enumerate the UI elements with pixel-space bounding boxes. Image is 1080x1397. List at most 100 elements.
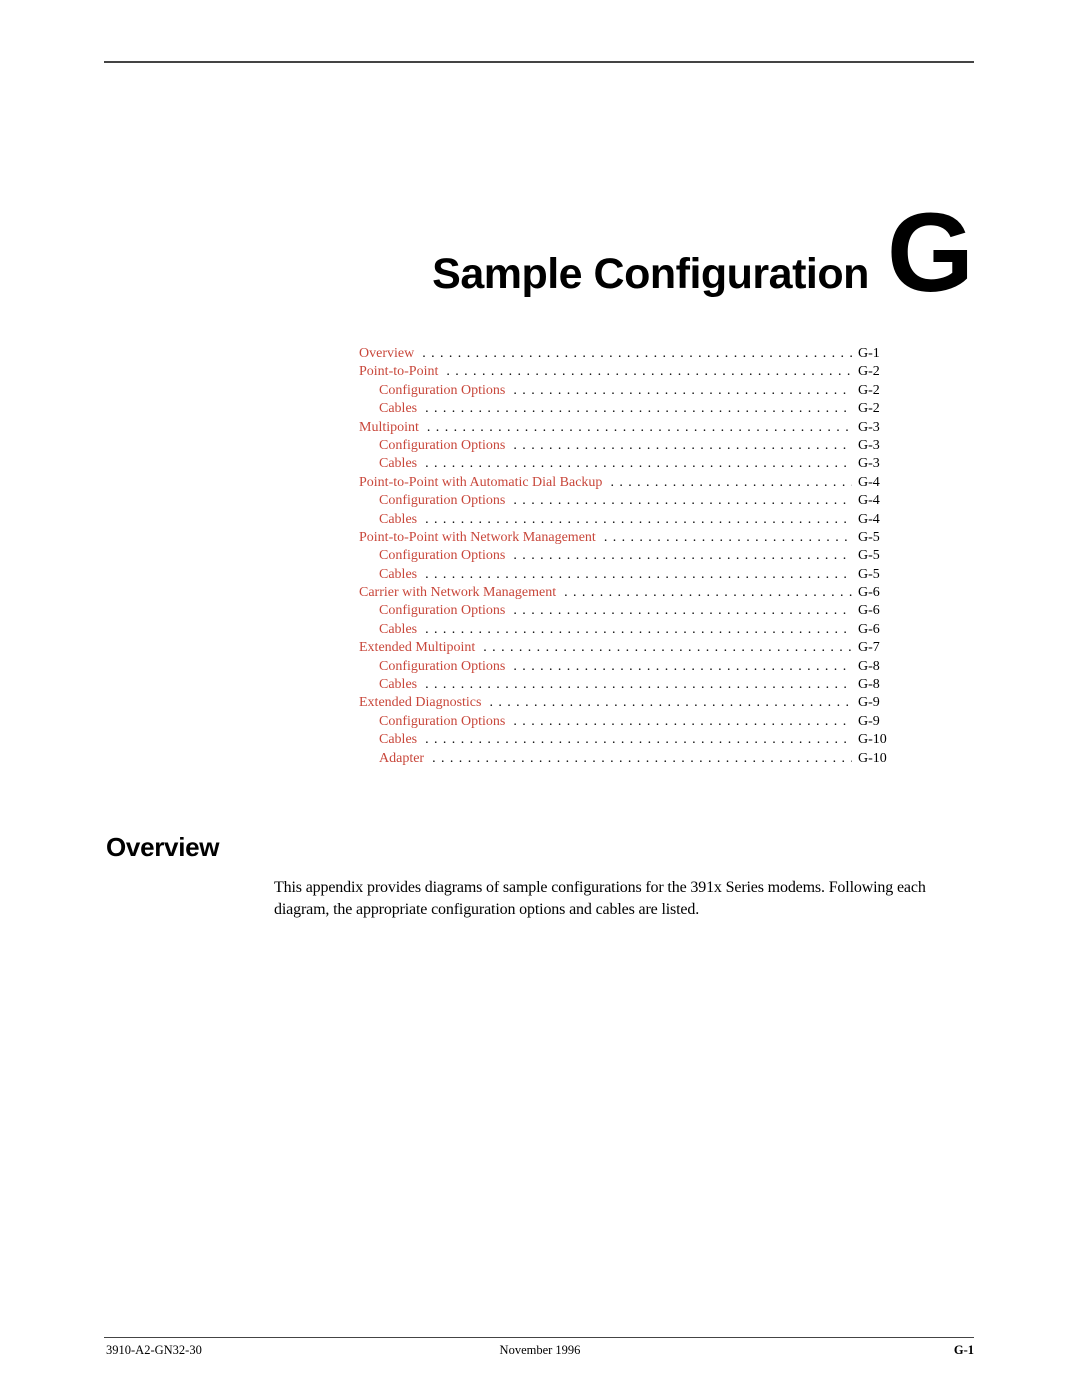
- overview-paragraph: This appendix provides diagrams of sampl…: [274, 879, 926, 918]
- toc-entry[interactable]: Extended Multipoint G-7: [359, 639, 890, 657]
- toc-page-number: G-1: [858, 346, 880, 361]
- toc-entry[interactable]: Configuration Options G-6: [359, 602, 890, 620]
- toc-page-number: G-5: [858, 529, 880, 545]
- toc-dot-leader: [425, 566, 852, 584]
- chapter-title: Sample Configuration G: [432, 197, 974, 308]
- toc-page-number: G-4: [858, 493, 880, 509]
- toc-entry-link[interactable]: Cables: [379, 676, 417, 694]
- toc-page-number: G-9: [858, 713, 880, 729]
- toc-dot-leader: [432, 750, 852, 768]
- toc-page-number: G-7: [858, 640, 880, 656]
- toc-dot-leader: [427, 419, 852, 437]
- toc-entry[interactable]: Cables G-6: [359, 621, 890, 639]
- toc-page-number: G-2: [858, 401, 880, 417]
- toc-entry[interactable]: Configuration Options G-2: [359, 382, 890, 400]
- toc-page-number: G-4: [858, 511, 880, 527]
- toc-page-number: G-6: [858, 585, 880, 601]
- toc-dot-leader: [425, 511, 852, 529]
- toc-page-number: G-4: [858, 474, 880, 490]
- toc-entry-link[interactable]: Adapter: [379, 750, 424, 768]
- toc-entry-link[interactable]: Configuration Options: [379, 382, 505, 400]
- toc-dot-leader: [604, 529, 852, 547]
- toc-entry-link[interactable]: Extended Diagnostics: [359, 694, 481, 712]
- toc-entry-link[interactable]: Cables: [379, 566, 417, 584]
- toc-entry-link[interactable]: Overview: [359, 345, 414, 363]
- toc-entry[interactable]: Cables G-2: [359, 400, 890, 418]
- toc-dot-leader: [425, 400, 852, 418]
- toc-page-number: G-5: [858, 548, 880, 564]
- toc-page-number: G-10: [858, 732, 887, 748]
- toc-dot-leader: [425, 731, 852, 749]
- toc-page-number: G-5: [858, 566, 880, 582]
- toc-entry[interactable]: Point-to-Point G-2: [359, 363, 890, 381]
- toc-entry[interactable]: Cables G-10: [359, 731, 890, 749]
- toc-dot-leader: [446, 363, 852, 381]
- toc-page-number: G-8: [858, 677, 880, 693]
- toc-entry-link[interactable]: Configuration Options: [379, 492, 505, 510]
- table-of-contents: OverviewG-1Point-to-PointG-2Configuratio…: [359, 345, 890, 768]
- toc-dot-leader: [425, 621, 852, 639]
- footer-rule: [104, 1337, 974, 1338]
- toc-dot-leader: [513, 658, 852, 676]
- toc-page-number: G-6: [858, 621, 880, 637]
- toc-entry[interactable]: Configuration Options G-5: [359, 547, 890, 565]
- page-number: G-1: [953, 1343, 974, 1357]
- toc-entry-link[interactable]: Extended Multipoint: [359, 639, 475, 657]
- chapter-title-text: Sample Configuration: [432, 249, 869, 298]
- header-rule: [104, 61, 974, 63]
- toc-entry-link[interactable]: Cables: [379, 511, 417, 529]
- toc-dot-leader: [513, 713, 852, 731]
- section-heading-overview: Overview: [106, 832, 220, 862]
- toc-entry[interactable]: Point-to-Point with Automatic Dial Backu…: [359, 474, 890, 492]
- toc-entry[interactable]: Point-to-Point with Network Management G-…: [359, 529, 890, 547]
- toc-dot-leader: [513, 602, 852, 620]
- toc-entry[interactable]: Cables G-5: [359, 566, 890, 584]
- toc-dot-leader: [483, 639, 852, 657]
- toc-entry-link[interactable]: Configuration Options: [379, 547, 505, 565]
- publication-date: November 1996: [499, 1343, 581, 1357]
- toc-entry[interactable]: Multipoint G-3: [359, 419, 890, 437]
- toc-page-number: G-3: [858, 437, 880, 453]
- toc-entry[interactable]: Cables G-4: [359, 511, 890, 529]
- toc-entry[interactable]: Overview G-1: [359, 345, 890, 363]
- toc-dot-leader: [425, 676, 852, 694]
- toc-entry[interactable]: Configuration Options G-4: [359, 492, 890, 510]
- toc-entry-link[interactable]: Carrier with Network Management: [359, 584, 556, 602]
- toc-entry-link[interactable]: Cables: [379, 621, 417, 639]
- toc-entry-link[interactable]: Cables: [379, 731, 417, 749]
- toc-entry-link[interactable]: Configuration Options: [379, 713, 505, 731]
- toc-dot-leader: [513, 547, 852, 565]
- toc-entry[interactable]: Configuration Options G-3: [359, 437, 890, 455]
- toc-entry[interactable]: Adapter G-10: [359, 750, 890, 768]
- toc-entry-link[interactable]: Multipoint: [359, 419, 419, 437]
- toc-dot-leader: [513, 437, 852, 455]
- toc-entry[interactable]: Configuration Options G-8: [359, 658, 890, 676]
- toc-page-number: G-10: [858, 750, 887, 766]
- toc-page-number: G-3: [858, 419, 880, 435]
- toc-page-number: G-9: [858, 695, 880, 711]
- toc-entry-link[interactable]: Point-to-Point with Automatic Dial Backu…: [359, 474, 602, 492]
- toc-dot-leader: [425, 455, 852, 473]
- toc-entry-link[interactable]: Cables: [379, 455, 417, 473]
- toc-entry-link[interactable]: Cables: [379, 400, 417, 418]
- toc-dot-leader: [610, 474, 852, 492]
- toc-entry[interactable]: Cables G-3: [359, 455, 890, 473]
- toc-page-number: G-6: [858, 603, 880, 619]
- toc-page-number: G-2: [858, 382, 880, 398]
- toc-page-number: G-2: [858, 364, 880, 380]
- toc-dot-leader: [513, 382, 852, 400]
- toc-dot-leader: [564, 584, 852, 602]
- toc-entry-link[interactable]: Point-to-Point with Network Management: [359, 529, 596, 547]
- toc-entry-link[interactable]: Configuration Options: [379, 602, 505, 620]
- toc-entry-link[interactable]: Configuration Options: [379, 658, 505, 676]
- toc-entry[interactable]: Cables G-8: [359, 676, 890, 694]
- toc-dot-leader: [513, 492, 852, 510]
- toc-dot-leader: [489, 694, 852, 712]
- toc-entry[interactable]: Carrier with Network Management G-6: [359, 584, 890, 602]
- toc-entry-link[interactable]: Configuration Options: [379, 437, 505, 455]
- toc-page-number: G-8: [858, 658, 880, 674]
- toc-entry[interactable]: Extended Diagnostics G-9: [359, 694, 890, 712]
- toc-entry-link[interactable]: Point-to-Point: [359, 363, 438, 381]
- toc-entry[interactable]: Configuration Options G-9: [359, 713, 890, 731]
- toc-dot-leader: [422, 345, 852, 363]
